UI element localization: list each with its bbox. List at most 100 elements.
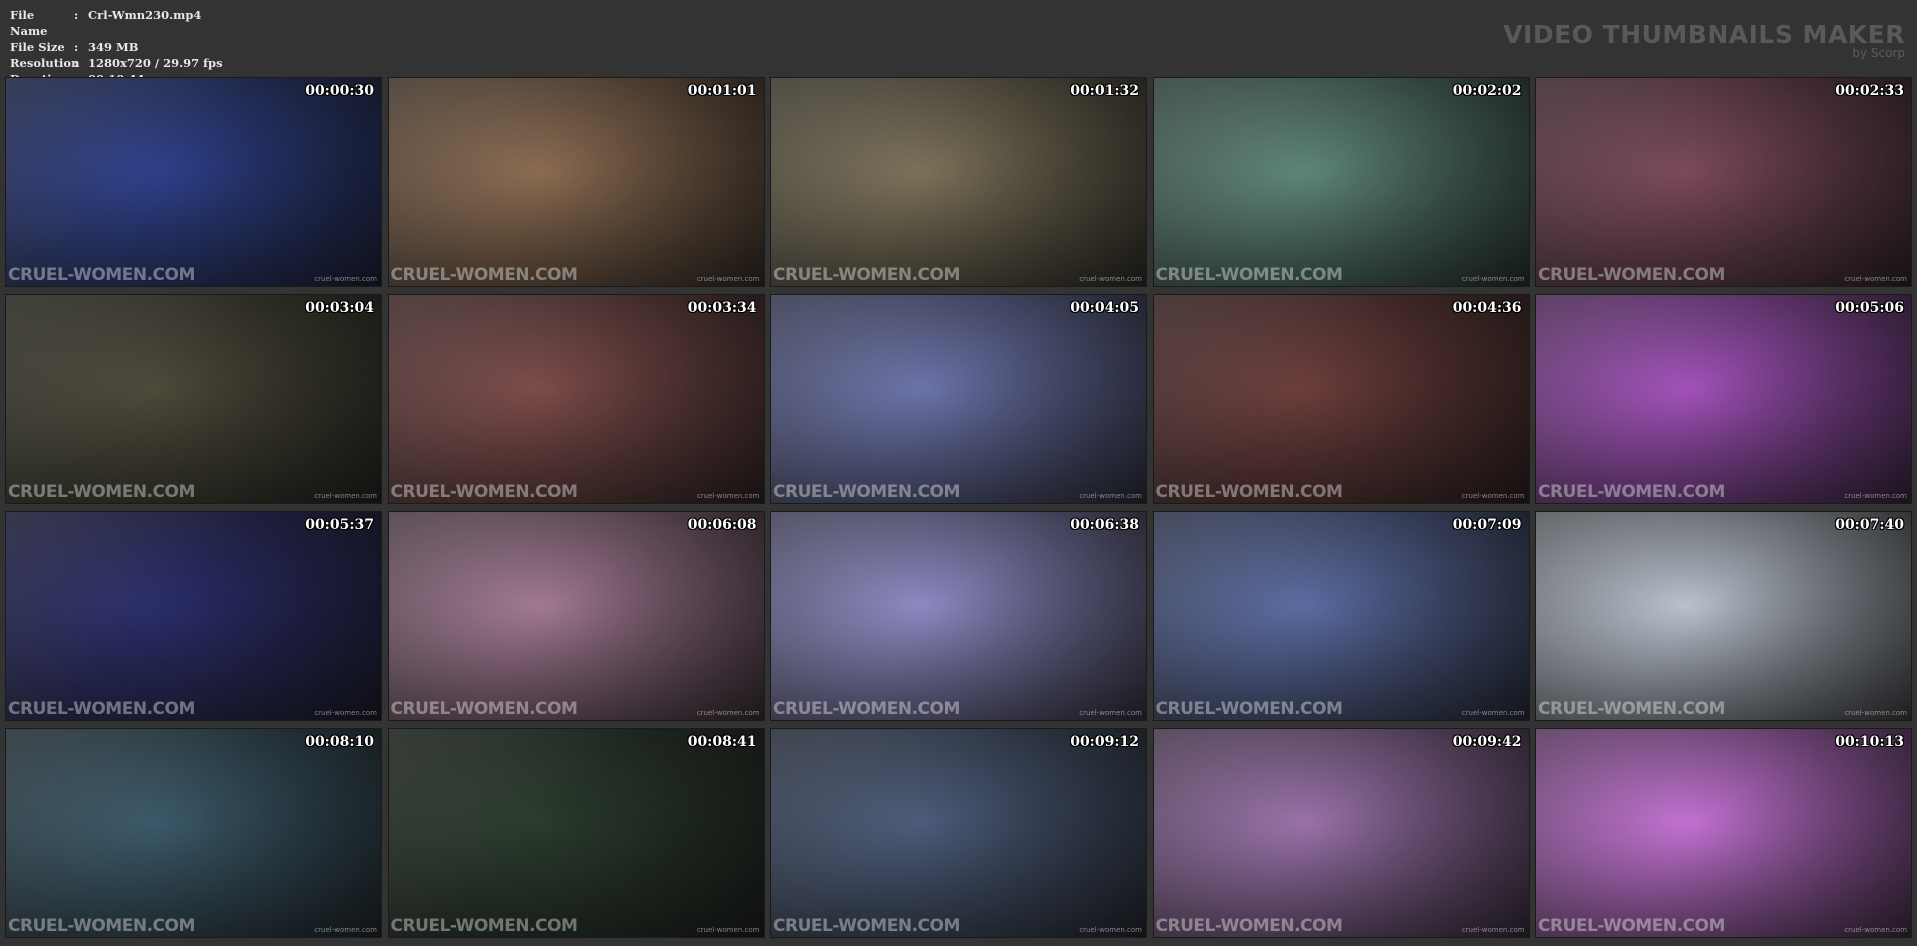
thumbnail-timestamp: 00:07:09 <box>1452 517 1522 533</box>
thumbnail-watermark-small: cruel-women.com <box>1461 709 1525 717</box>
thumbnail-watermark-small: cruel-women.com <box>1844 926 1907 934</box>
thumbnail-watermark-small: cruel-women.com <box>1844 709 1907 717</box>
thumbnail-timestamp: 00:08:41 <box>687 734 757 750</box>
video-thumbnail[interactable]: 00:06:38 CRUEL-WOMEN.COM cruel-women.com <box>770 511 1147 721</box>
thumbnail-timestamp: 00:07:40 <box>1835 517 1904 533</box>
thumbnail-timestamp: 00:09:42 <box>1452 734 1522 750</box>
thumbnail-watermark: CRUEL-WOMEN.COM <box>1538 265 1725 285</box>
thumbnail-watermark: CRUEL-WOMEN.COM <box>8 482 195 502</box>
video-thumbnail[interactable]: 00:04:36 CRUEL-WOMEN.COM cruel-women.com <box>1152 294 1530 504</box>
thumbnail-timestamp: 00:03:04 <box>305 300 374 316</box>
video-thumbnail[interactable]: 00:01:01 CRUEL-WOMEN.COM cruel-women.com <box>387 77 765 287</box>
thumbnail-image <box>388 729 764 937</box>
video-thumbnail[interactable]: 00:08:10 CRUEL-WOMEN.COM cruel-women.com <box>5 728 382 938</box>
video-thumbnail[interactable]: 00:03:34 CRUEL-WOMEN.COM cruel-women.com <box>387 294 765 504</box>
thumbnail-timestamp: 00:06:38 <box>1070 517 1139 533</box>
thumbnail-watermark: CRUEL-WOMEN.COM <box>390 699 578 719</box>
thumbnail-timestamp: 00:04:05 <box>1070 300 1139 316</box>
video-thumbnail[interactable]: 00:06:08 CRUEL-WOMEN.COM cruel-women.com <box>387 511 765 721</box>
thumbnail-watermark-small: cruel-women.com <box>1461 275 1525 283</box>
thumbnail-watermark: CRUEL-WOMEN.COM <box>1155 916 1343 936</box>
thumbnail-image <box>388 78 764 286</box>
thumbnail-watermark-small: cruel-women.com <box>314 275 377 283</box>
separator: : <box>74 8 79 22</box>
thumbnail-grid: 00:00:30 CRUEL-WOMEN.COM cruel-women.com 00… <box>5 77 1916 938</box>
thumbnail-image <box>1536 295 1911 503</box>
thumbnail-watermark: CRUEL-WOMEN.COM <box>390 916 578 936</box>
thumbnail-watermark-small: cruel-women.com <box>696 709 760 717</box>
video-thumbnail[interactable]: 00:02:33 CRUEL-WOMEN.COM cruel-women.com <box>1535 77 1912 287</box>
video-thumbnail[interactable]: 00:07:09 CRUEL-WOMEN.COM cruel-women.com <box>1152 511 1530 721</box>
thumbnail-image <box>1536 729 1911 937</box>
thumbnail-image <box>1536 78 1911 286</box>
thumbnail-watermark-small: cruel-women.com <box>1461 926 1525 934</box>
thumbnail-watermark: CRUEL-WOMEN.COM <box>773 265 960 285</box>
thumbnail-timestamp: 00:10:13 <box>1835 734 1904 750</box>
separator: : <box>74 40 79 54</box>
video-thumbnail[interactable]: 00:09:12 CRUEL-WOMEN.COM cruel-women.com <box>770 728 1147 938</box>
video-thumbnail[interactable]: 00:00:30 CRUEL-WOMEN.COM cruel-women.com <box>5 77 382 287</box>
thumbnail-timestamp: 00:00:30 <box>305 83 374 99</box>
video-thumbnail[interactable]: 00:04:05 CRUEL-WOMEN.COM cruel-women.com <box>770 294 1147 504</box>
thumbnail-timestamp: 00:05:37 <box>305 517 374 533</box>
thumbnail-image <box>6 295 381 503</box>
thumbnail-timestamp: 00:08:10 <box>305 734 374 750</box>
thumbnail-image <box>388 512 764 720</box>
thumbnail-timestamp: 00:09:12 <box>1070 734 1139 750</box>
thumbnail-watermark-small: cruel-women.com <box>696 926 760 934</box>
thumbnail-timestamp: 00:02:33 <box>1835 83 1904 99</box>
thumbnail-image <box>771 729 1146 937</box>
video-thumbnail[interactable]: 00:03:04 CRUEL-WOMEN.COM cruel-women.com <box>5 294 382 504</box>
thumbnail-watermark: CRUEL-WOMEN.COM <box>1155 265 1343 285</box>
thumbnail-image <box>6 78 381 286</box>
video-thumbnail[interactable]: 00:09:42 CRUEL-WOMEN.COM cruel-women.com <box>1152 728 1530 938</box>
thumbnail-image <box>1153 78 1529 286</box>
thumbnail-watermark-small: cruel-women.com <box>1844 492 1907 500</box>
thumbnail-image <box>1153 512 1529 720</box>
thumbnail-timestamp: 00:03:34 <box>687 300 757 316</box>
thumbnail-timestamp: 00:04:36 <box>1452 300 1522 316</box>
thumbnail-watermark: CRUEL-WOMEN.COM <box>1155 482 1343 502</box>
thumbnail-watermark-small: cruel-women.com <box>1844 275 1907 283</box>
thumbnail-watermark-small: cruel-women.com <box>314 926 377 934</box>
thumbnail-timestamp: 00:02:02 <box>1452 83 1522 99</box>
thumbnail-timestamp: 00:05:06 <box>1835 300 1904 316</box>
thumbnail-watermark: CRUEL-WOMEN.COM <box>1538 699 1725 719</box>
thumbnail-watermark: CRUEL-WOMEN.COM <box>773 916 960 936</box>
thumbnail-watermark-small: cruel-women.com <box>696 275 760 283</box>
thumbnail-watermark-small: cruel-women.com <box>1079 709 1142 717</box>
video-thumbnail[interactable]: 00:05:37 CRUEL-WOMEN.COM cruel-women.com <box>5 511 382 721</box>
thumbnail-watermark: CRUEL-WOMEN.COM <box>8 699 195 719</box>
video-thumbnail[interactable]: 00:02:02 CRUEL-WOMEN.COM cruel-women.com <box>1152 77 1530 287</box>
file-size-value: 349 MB <box>88 40 139 54</box>
video-thumbnail[interactable]: 00:05:06 CRUEL-WOMEN.COM cruel-women.com <box>1535 294 1912 504</box>
thumbnail-image <box>1153 295 1529 503</box>
thumbnail-image <box>6 512 381 720</box>
thumbnail-watermark: CRUEL-WOMEN.COM <box>773 699 960 719</box>
thumbnail-watermark-small: cruel-women.com <box>1079 275 1142 283</box>
thumbnail-watermark-small: cruel-women.com <box>1461 492 1525 500</box>
thumbnail-image <box>771 78 1146 286</box>
thumbnail-watermark: CRUEL-WOMEN.COM <box>8 265 195 285</box>
thumbnail-watermark: CRUEL-WOMEN.COM <box>390 265 578 285</box>
file-name-row: File Name : Crl-Wmn230.mp4 <box>10 7 223 39</box>
thumbnail-watermark: CRUEL-WOMEN.COM <box>8 916 195 936</box>
thumbnail-image <box>771 295 1146 503</box>
thumbnail-timestamp: 00:01:32 <box>1070 83 1139 99</box>
file-name-label: File Name <box>10 8 48 38</box>
file-name-value: Crl-Wmn230.mp4 <box>88 8 202 22</box>
thumbnail-watermark: CRUEL-WOMEN.COM <box>390 482 578 502</box>
video-thumbnail[interactable]: 00:01:32 CRUEL-WOMEN.COM cruel-women.com <box>770 77 1147 287</box>
thumbnail-watermark-small: cruel-women.com <box>696 492 760 500</box>
video-thumbnail[interactable]: 00:08:41 CRUEL-WOMEN.COM cruel-women.com <box>387 728 765 938</box>
thumbnail-watermark: CRUEL-WOMEN.COM <box>1155 699 1343 719</box>
separator: : <box>74 56 79 70</box>
brand-title: VIDEO THUMBNAILS MAKER <box>1503 20 1905 49</box>
thumbnail-timestamp: 00:01:01 <box>687 83 757 99</box>
thumbnail-image <box>771 512 1146 720</box>
thumbnail-watermark-small: cruel-women.com <box>314 492 377 500</box>
thumbnail-image <box>1153 729 1529 937</box>
video-thumbnail[interactable]: 00:07:40 CRUEL-WOMEN.COM cruel-women.com <box>1535 511 1912 721</box>
thumbnail-watermark: CRUEL-WOMEN.COM <box>1538 916 1725 936</box>
video-thumbnail[interactable]: 00:10:13 CRUEL-WOMEN.COM cruel-women.com <box>1535 728 1912 938</box>
